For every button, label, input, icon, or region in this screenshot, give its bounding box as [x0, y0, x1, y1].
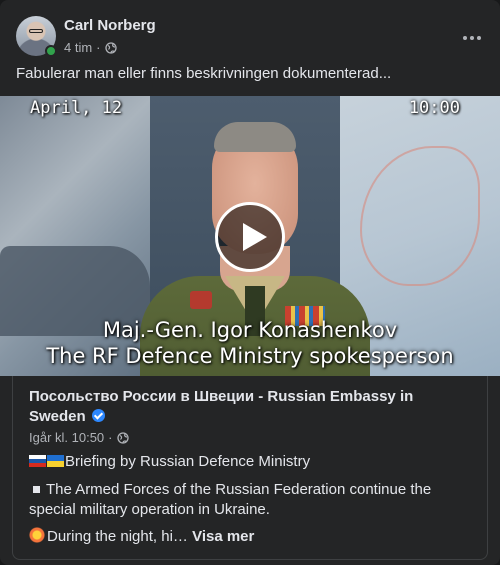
online-status-dot [45, 45, 57, 57]
verified-badge-icon [91, 409, 105, 422]
shared-post-line-2: The Armed Forces of the Russian Federati… [29, 481, 432, 518]
shared-meta-separator: · [108, 430, 113, 445]
post-card: Carl Norberg 4 tim · Fabulerar man eller… [0, 0, 500, 565]
globe-icon [104, 41, 117, 54]
author-name[interactable]: Carl Norberg [64, 17, 156, 34]
play-button[interactable] [215, 202, 285, 272]
globe-icon [116, 431, 129, 444]
collision-icon [29, 527, 45, 543]
bullet-icon [33, 486, 40, 493]
video-date-overlay: April, 12 [30, 98, 123, 118]
shared-post-meta: Igår kl. 10:50 · [29, 430, 129, 445]
post-header: Carl Norberg 4 tim · [16, 16, 484, 58]
post-text: Fabulerar man eller finns beskrivningen … [16, 65, 392, 82]
more-options-button[interactable] [454, 20, 490, 56]
meta-separator: · [96, 40, 101, 55]
video-player[interactable]: April, 12 10:00 Maj.-Gen. Igor Konashenk… [0, 96, 500, 376]
shared-post-line-3: During the night, hi… Visa mer [29, 527, 254, 547]
shared-post-line-1: Briefing by Russian Defence Ministry [29, 452, 310, 472]
video-time-overlay: 10:00 [408, 98, 460, 118]
post-time[interactable]: 4 tim [64, 40, 92, 55]
video-caption-title: The RF Defence Ministry spokesperson [46, 344, 454, 368]
shared-post-title[interactable]: Посольство России в Швеции - Russian Emb… [29, 387, 449, 427]
more-options-icon [463, 36, 467, 40]
shared-post-time[interactable]: Igår kl. 10:50 [29, 430, 104, 445]
post-meta: 4 tim · [64, 40, 117, 55]
shared-post[interactable]: Посольство России в Швеции - Russian Emb… [12, 376, 488, 560]
russia-flag-icon [29, 455, 46, 467]
video-caption-name: Maj.-Gen. Igor Konashenkov [102, 318, 398, 342]
ukraine-flag-icon [47, 455, 64, 467]
avatar-glasses [29, 29, 43, 33]
see-more-link[interactable]: Visa mer [192, 528, 254, 545]
